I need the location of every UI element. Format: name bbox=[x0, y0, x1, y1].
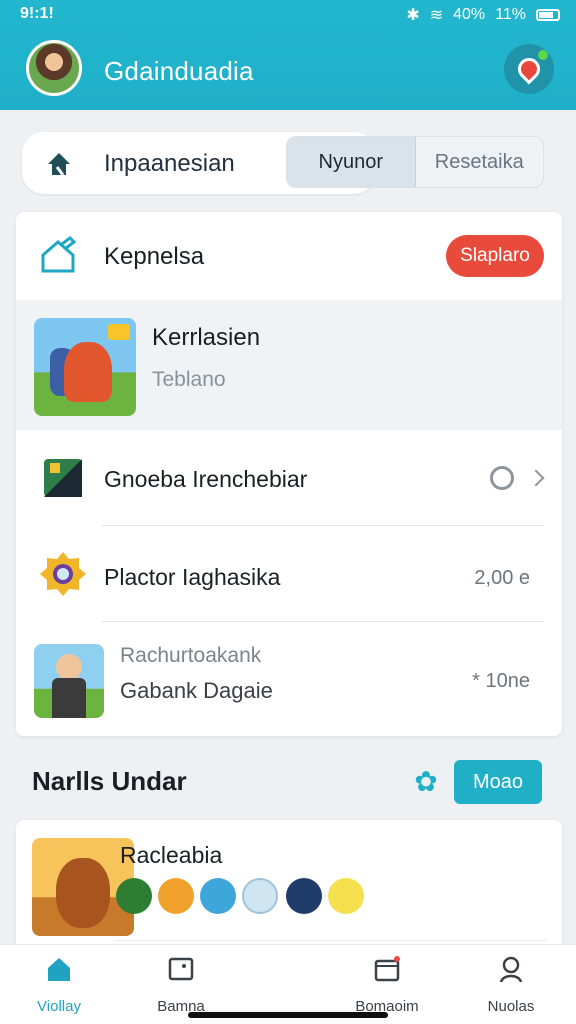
section-title: Narlls Undar bbox=[32, 766, 187, 796]
status-time: 9!:1! bbox=[20, 5, 54, 22]
mini-game-icon[interactable] bbox=[328, 878, 364, 914]
game-thumb-icon bbox=[34, 644, 104, 718]
battery-icon bbox=[536, 9, 560, 21]
card-title: Kepnelsa bbox=[104, 243, 205, 270]
thumb-face bbox=[56, 654, 82, 680]
list-card-title: Racleabia bbox=[120, 842, 223, 868]
row-value: * 10ne bbox=[472, 670, 530, 692]
nav-item-profile[interactable]: Nuolas bbox=[456, 955, 566, 1015]
app-header: 9!:1! ✱ ≋ 40% 11% Gdainduadia bbox=[0, 0, 576, 110]
home-icon bbox=[48, 958, 70, 981]
featured-title: Kerrlasien bbox=[152, 324, 261, 351]
featured-subtitle: Teblano bbox=[152, 368, 226, 391]
status-right: ✱ ≋ 40% 11% bbox=[406, 5, 560, 25]
home-outline-icon bbox=[48, 153, 70, 176]
thumbnail-badge bbox=[108, 324, 130, 340]
segment-option-2[interactable]: Resetaika bbox=[416, 137, 544, 187]
featured-thumbnail bbox=[34, 318, 136, 416]
location-pin-button[interactable] bbox=[504, 44, 554, 94]
badge-icon bbox=[40, 552, 86, 596]
profile-icon bbox=[499, 956, 523, 983]
mini-game-icon[interactable] bbox=[200, 878, 236, 914]
thumb-body bbox=[52, 678, 86, 718]
radio-button[interactable] bbox=[490, 466, 514, 490]
mini-game-icon[interactable] bbox=[286, 878, 322, 914]
featured-item[interactable] bbox=[16, 300, 562, 430]
card-action-pill[interactable]: Slaplaro bbox=[446, 235, 544, 277]
calendar-icon bbox=[374, 956, 400, 982]
mini-game-icon[interactable] bbox=[158, 878, 194, 914]
wifi-icon: ≋ bbox=[429, 7, 444, 24]
app-title: Gdainduadia bbox=[104, 56, 254, 86]
list-card[interactable]: Racleabia bbox=[16, 820, 562, 950]
main-card: Kepnelsa Slaplaro Kerrlasien Teblano Gno… bbox=[16, 212, 562, 736]
house-edit-icon bbox=[41, 236, 77, 273]
chevron-right-icon[interactable] bbox=[527, 469, 545, 487]
filter-label: Inpaanesian bbox=[104, 150, 235, 177]
avatar[interactable] bbox=[26, 40, 82, 96]
battery-percent: 40% bbox=[453, 6, 486, 23]
mini-game-icon[interactable] bbox=[116, 878, 152, 914]
nav-item-home[interactable]: Viollay bbox=[4, 955, 114, 1015]
row-label: Plactor Iaghasika bbox=[104, 564, 281, 590]
nav-label: Viollay bbox=[37, 998, 81, 1015]
status-right-text: 11% bbox=[495, 6, 526, 23]
list-item[interactable]: Plactor Iaghasika 2,00 e bbox=[16, 526, 562, 622]
home-indicator bbox=[188, 1012, 388, 1018]
thumbnail-creature bbox=[64, 342, 112, 402]
app-tile-icon bbox=[44, 459, 82, 497]
segment-option-1[interactable]: Nyunor bbox=[287, 137, 416, 187]
bluetooth-icon: ✱ bbox=[406, 7, 420, 24]
nav-label: Nuolas bbox=[487, 998, 535, 1015]
card-header: Kepnelsa Slaplaro bbox=[16, 212, 562, 300]
nav-item-bamna[interactable]: Bamna bbox=[126, 955, 236, 1015]
nav-item-bomaoim[interactable]: Bomaoim bbox=[332, 955, 442, 1015]
gear-icon[interactable]: ✿ bbox=[412, 768, 440, 796]
notification-dot bbox=[538, 50, 548, 60]
thumbnail-figure bbox=[56, 858, 110, 928]
row-value: 2,00 e bbox=[474, 567, 530, 589]
row-label: Gabank Dagaie bbox=[120, 678, 273, 703]
row-overline: Rachurtoakank bbox=[120, 644, 262, 667]
row-divider bbox=[116, 940, 546, 941]
list-item[interactable]: Gnoeba Irenchebiar bbox=[16, 430, 562, 526]
segment-control: Nyunor Resetaika bbox=[286, 136, 544, 188]
list-item[interactable]: Rachurtoakank Gabank Dagaie * 10ne bbox=[16, 622, 562, 736]
section-button[interactable]: Moao bbox=[454, 760, 542, 804]
mini-game-icon[interactable] bbox=[242, 878, 278, 914]
row-label: Gnoeba Irenchebiar bbox=[104, 466, 308, 492]
folder-icon bbox=[168, 957, 194, 981]
status-bar: 9!:1! ✱ ≋ 40% 11% bbox=[0, 0, 576, 30]
